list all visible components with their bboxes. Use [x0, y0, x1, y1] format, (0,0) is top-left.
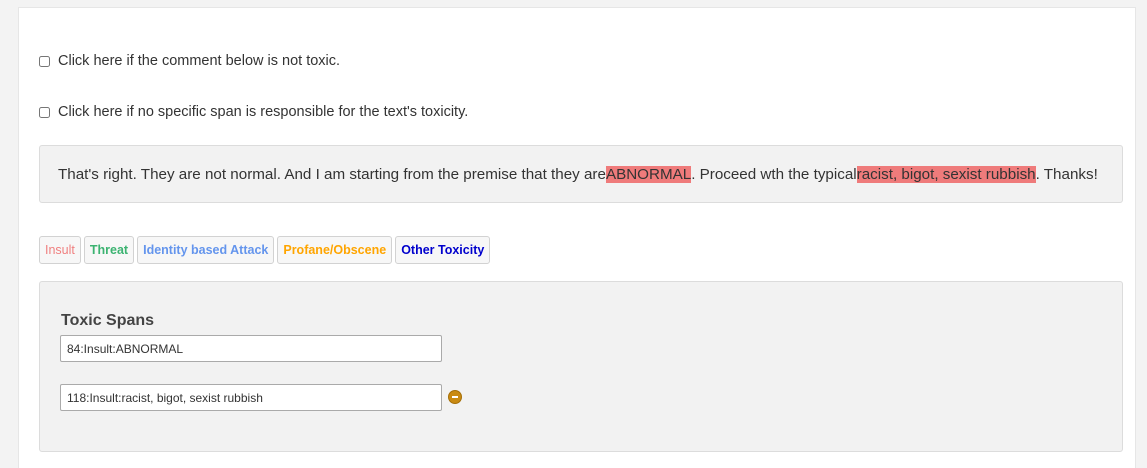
- label-other-toxicity-button[interactable]: Other Toxicity: [395, 236, 491, 264]
- highlighted-span[interactable]: ABNORMAL: [605, 165, 692, 183]
- highlighted-span[interactable]: racist, bigot, sexist rubbish: [856, 165, 1036, 183]
- no-span-option[interactable]: Click here if no specific span is respon…: [39, 104, 468, 120]
- not-toxic-checkbox[interactable]: [39, 55, 50, 67]
- label-insult-button[interactable]: Insult: [39, 236, 81, 264]
- span-field-2[interactable]: [60, 384, 442, 411]
- label-threat-button[interactable]: Threat: [83, 236, 135, 264]
- remove-span-icon[interactable]: [448, 390, 462, 404]
- comment-text-part: . Proceed wth the typical: [691, 165, 857, 183]
- comment-text-part: . Thanks!: [1035, 165, 1098, 183]
- not-toxic-label: Click here if the comment below is not t…: [58, 53, 341, 69]
- no-span-checkbox[interactable]: [39, 106, 50, 118]
- not-toxic-option[interactable]: Click here if the comment below is not t…: [39, 53, 340, 69]
- toxic-spans-section: Toxic Spans: [39, 281, 1123, 452]
- comment-text[interactable]: That's right. They are not normal. And I…: [39, 145, 1123, 203]
- toxic-spans-title: Toxic Spans: [61, 312, 155, 329]
- span-field-1[interactable]: [60, 335, 442, 362]
- label-buttons: Insult Threat Identity based Attack Prof…: [39, 236, 491, 264]
- label-profane-button[interactable]: Profane/Obscene: [277, 236, 393, 264]
- no-span-label: Click here if no specific span is respon…: [58, 104, 469, 120]
- comment-text-part: That's right. They are not normal. And I…: [58, 165, 606, 183]
- label-identity-attack-button[interactable]: Identity based Attack: [137, 236, 275, 264]
- annotation-panel: Click here if the comment below is not t…: [18, 7, 1136, 468]
